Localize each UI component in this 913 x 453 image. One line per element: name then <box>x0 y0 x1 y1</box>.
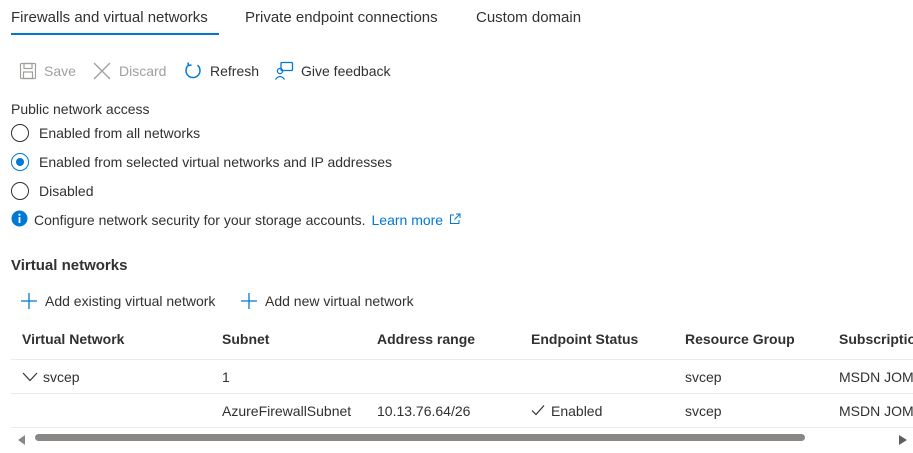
radio-label: Disabled <box>39 183 94 199</box>
subscription-cell: MSDN JOM <box>839 403 913 419</box>
subscription-cell: MSDN JOM <box>839 369 913 385</box>
radio-button[interactable] <box>11 124 29 142</box>
subnet-cell: AzureFirewallSubnet <box>222 403 352 419</box>
radio-enabled-all-networks[interactable]: Enabled from all networks <box>11 122 200 144</box>
header-divider <box>11 359 913 360</box>
refresh-button[interactable]: Refresh <box>183 60 259 82</box>
scrollbar-thumb[interactable] <box>35 434 805 441</box>
row-divider <box>11 427 913 428</box>
add-new-label: Add new virtual network <box>265 293 414 309</box>
resource-group-cell: svcep <box>685 403 722 419</box>
close-icon <box>92 61 112 81</box>
save-button[interactable]: Save <box>19 60 76 82</box>
tab-custom-domain[interactable]: Custom domain <box>476 9 581 26</box>
radio-enabled-selected-networks[interactable]: Enabled from selected virtual networks a… <box>11 151 392 173</box>
column-header-resource-group[interactable]: Resource Group <box>685 331 795 347</box>
subnet-cell: 1 <box>222 369 230 385</box>
scroll-right-arrow-icon[interactable] <box>899 432 907 448</box>
discard-button[interactable]: Discard <box>92 60 166 82</box>
refresh-label: Refresh <box>210 63 260 79</box>
give-feedback-label: Give feedback <box>301 63 391 79</box>
discard-label: Discard <box>119 63 167 79</box>
active-tab-indicator <box>11 33 219 35</box>
row-divider <box>11 393 913 394</box>
checkmark-icon <box>531 403 545 419</box>
scroll-left-arrow-icon[interactable] <box>18 432 26 448</box>
column-header-virtual-network[interactable]: Virtual Network <box>22 331 124 347</box>
chevron-down-icon[interactable] <box>22 369 38 385</box>
tab-private-endpoint-connections[interactable]: Private endpoint connections <box>245 9 438 26</box>
radio-label: Enabled from selected virtual networks a… <box>39 154 393 170</box>
radio-label: Enabled from all networks <box>39 125 201 141</box>
radio-button[interactable] <box>11 182 29 200</box>
plus-icon <box>240 292 258 310</box>
address-range-cell: 10.13.76.64/26 <box>377 403 471 419</box>
plus-icon <box>20 292 38 310</box>
endpoint-status-cell: Enabled <box>531 403 602 419</box>
info-icon <box>11 210 28 230</box>
radio-button-checked[interactable] <box>11 153 29 171</box>
virtual-networks-heading: Virtual networks <box>11 257 128 274</box>
save-label: Save <box>44 63 76 79</box>
add-existing-label: Add existing virtual network <box>45 293 216 309</box>
learn-more-link[interactable]: Learn more <box>372 212 444 228</box>
external-link-icon <box>449 212 461 228</box>
refresh-icon <box>183 61 203 81</box>
endpoint-status-text: Enabled <box>551 403 603 419</box>
public-network-access-label: Public network access <box>11 101 150 117</box>
give-feedback-button[interactable]: Give feedback <box>274 60 391 82</box>
add-new-virtual-network-button[interactable]: Add new virtual network <box>240 290 414 312</box>
tab-firewalls-and-virtual-networks[interactable]: Firewalls and virtual networks <box>11 9 208 26</box>
info-text: Configure network security for your stor… <box>34 212 366 228</box>
add-existing-virtual-network-button[interactable]: Add existing virtual network <box>20 290 215 312</box>
column-header-subnet[interactable]: Subnet <box>222 331 269 347</box>
info-message: Configure network security for your stor… <box>11 209 461 231</box>
network-name: svcep <box>43 369 80 385</box>
save-icon <box>19 62 37 80</box>
feedback-icon <box>274 61 294 81</box>
radio-disabled[interactable]: Disabled <box>11 180 93 202</box>
column-header-address-range[interactable]: Address range <box>377 331 475 347</box>
column-header-subscription[interactable]: Subscription <box>839 331 913 347</box>
column-header-endpoint-status[interactable]: Endpoint Status <box>531 331 638 347</box>
network-cell[interactable]: svcep <box>22 369 80 385</box>
tab-bar: Firewalls and virtual networks Private e… <box>0 0 913 40</box>
resource-group-cell: svcep <box>685 369 722 385</box>
